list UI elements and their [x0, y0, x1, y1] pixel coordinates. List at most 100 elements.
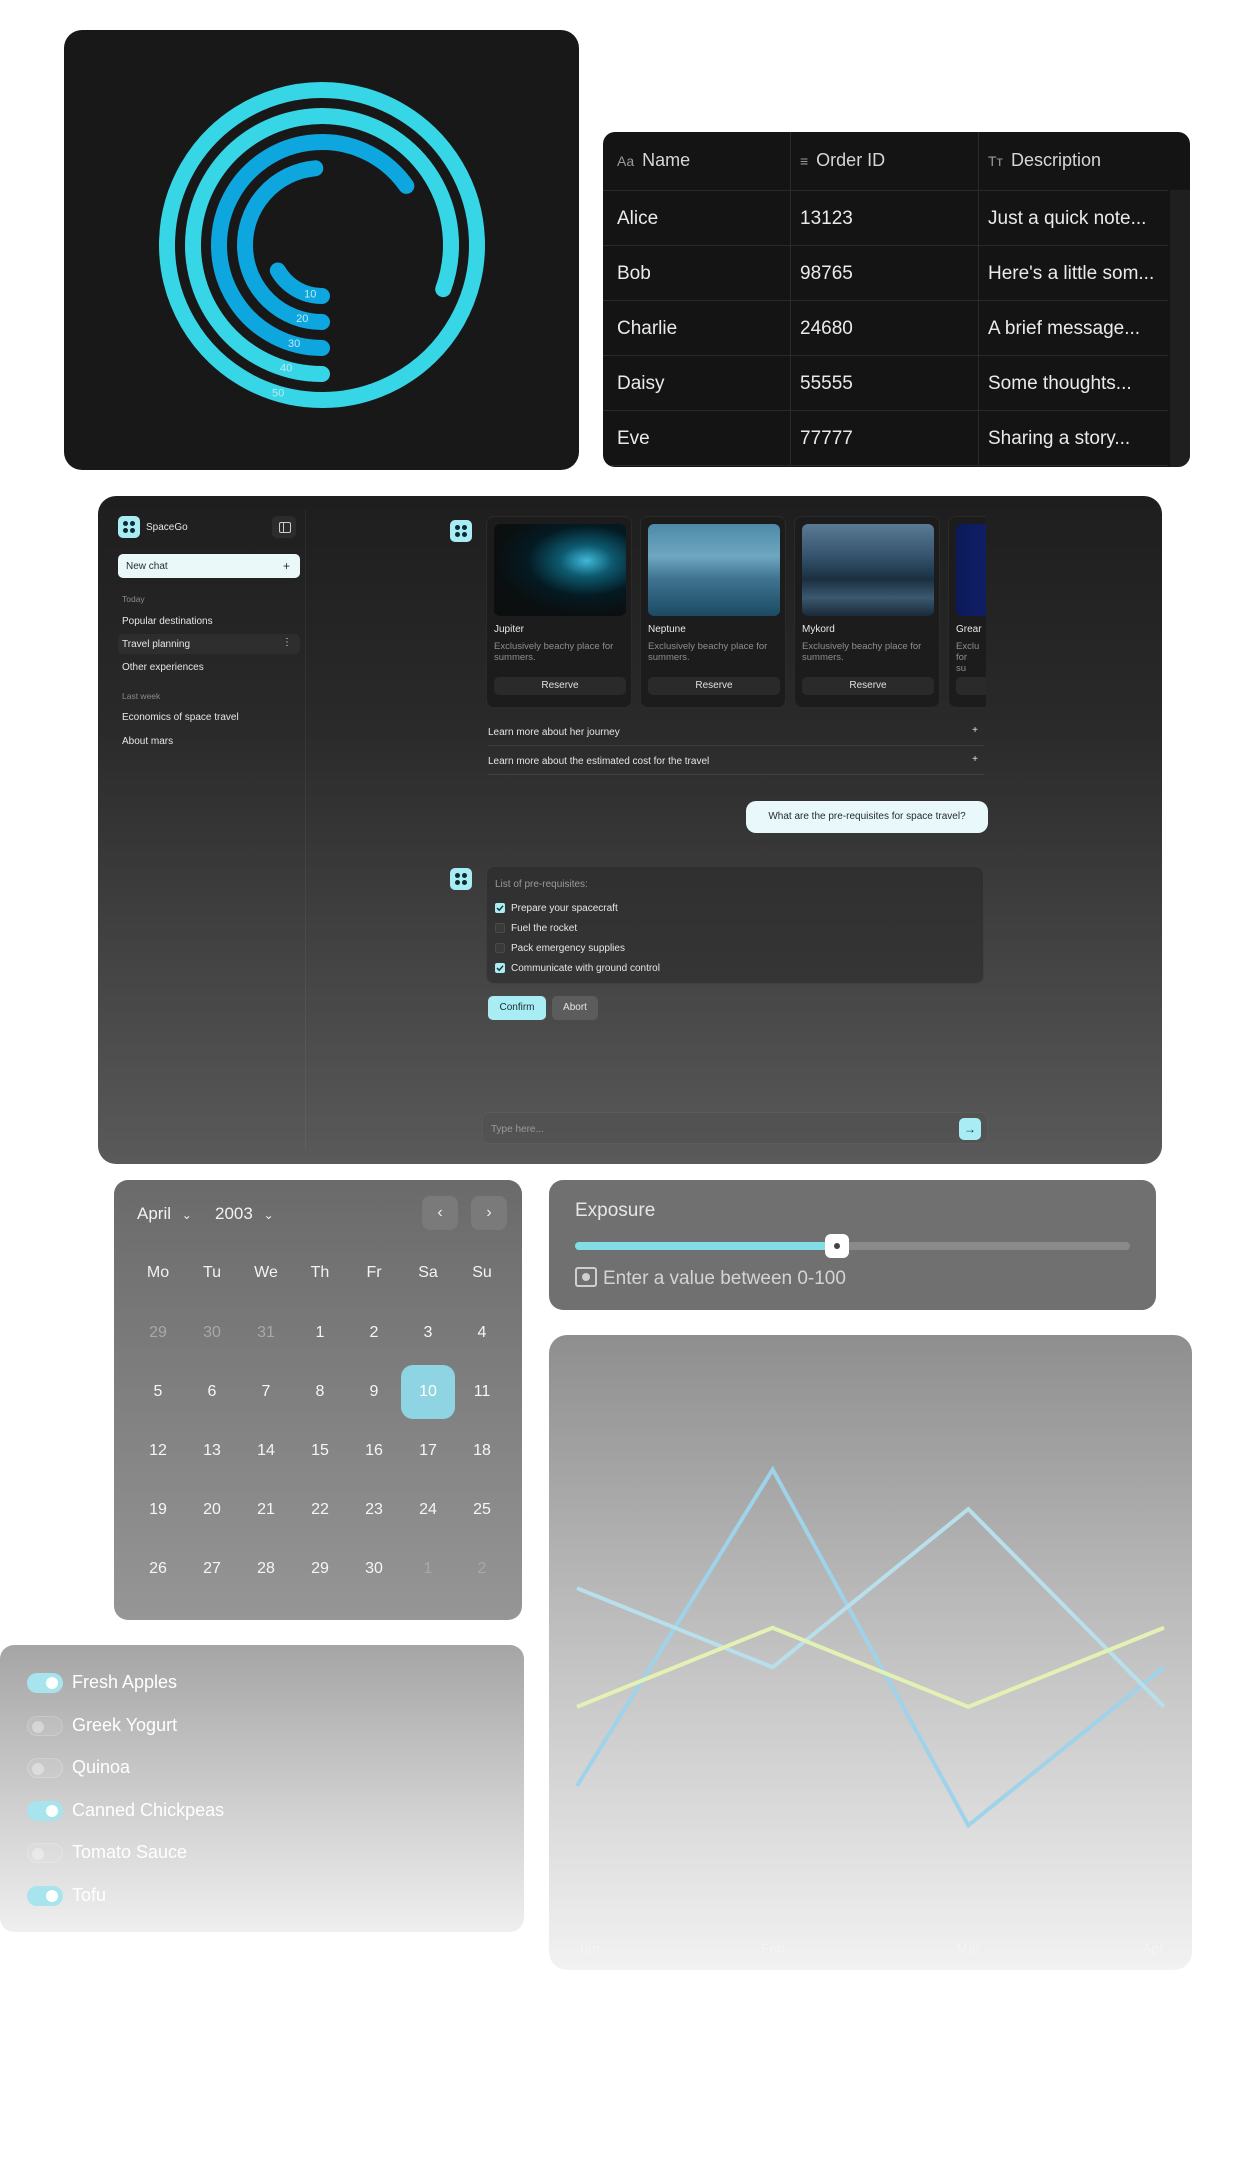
- calendar-day[interactable]: 19: [131, 1483, 185, 1537]
- calendar-day[interactable]: 11: [455, 1365, 509, 1419]
- prev-month-button[interactable]: ‹: [422, 1196, 458, 1230]
- selected-day[interactable]: 10: [401, 1365, 455, 1419]
- cell-name: Charlie: [617, 318, 678, 339]
- checkbox[interactable]: [495, 943, 505, 954]
- table-row[interactable]: Alice 13123 Just a quick note...: [603, 190, 1168, 246]
- calendar-day[interactable]: 13: [185, 1424, 239, 1478]
- last-week-section-label: Last week: [122, 691, 161, 701]
- table-row[interactable]: Charlie 24680 A brief message...: [603, 300, 1168, 356]
- toggle-switch[interactable]: [27, 1885, 63, 1906]
- calendar-day[interactable]: 22: [293, 1483, 347, 1537]
- radial-chart-card: 10 20 30 40 50: [64, 30, 579, 470]
- calendar-day[interactable]: 16: [347, 1424, 401, 1478]
- destination-card[interactable]: Neptune Exclusively beachy place for sum…: [640, 516, 786, 708]
- ring-value-label: 10: [304, 289, 316, 301]
- calendar-day[interactable]: 1: [401, 1542, 455, 1596]
- calendar-day[interactable]: 15: [293, 1424, 347, 1478]
- destination-card[interactable]: Mykord Exclusively beachy place for summ…: [794, 516, 940, 708]
- next-month-button[interactable]: ›: [471, 1196, 507, 1230]
- todo-item[interactable]: Communicate with ground control: [495, 963, 660, 974]
- calendar-day[interactable]: 25: [455, 1483, 509, 1537]
- sidebar-item-popular-destinations[interactable]: Popular destinations: [122, 616, 213, 627]
- toggle-switch[interactable]: [27, 1715, 63, 1736]
- calendar-day[interactable]: 21: [239, 1483, 293, 1537]
- exposure-value-input[interactable]: Enter a value between 0-100: [603, 1268, 846, 1290]
- calendar-day[interactable]: 28: [239, 1542, 293, 1596]
- calendar-day[interactable]: 20: [185, 1483, 239, 1537]
- more-vertical-icon[interactable]: ⋮: [282, 637, 292, 648]
- abort-button[interactable]: Abort: [552, 996, 598, 1020]
- exposure-slider-handle[interactable]: [824, 1234, 849, 1258]
- table-row[interactable]: Eve 77777 Sharing a story...: [603, 410, 1168, 466]
- new-chat-button[interactable]: New chat +: [118, 554, 300, 578]
- todo-item[interactable]: Pack emergency supplies: [495, 943, 625, 954]
- list-title: List of pre-requisites:: [495, 879, 588, 890]
- reserve-button[interactable]: Reserve: [802, 677, 934, 695]
- sidebar-item-travel-planning[interactable]: Travel planning ⋮: [118, 634, 300, 654]
- todo-item[interactable]: Fuel the rocket: [495, 923, 577, 934]
- toggle-switch[interactable]: [27, 1843, 63, 1863]
- calendar-day[interactable]: 4: [455, 1306, 509, 1360]
- calendar-day[interactable]: 5: [131, 1365, 185, 1419]
- checkbox[interactable]: [495, 903, 505, 914]
- year-select[interactable]: 2003 ⌄: [215, 1204, 274, 1224]
- toggle-switch[interactable]: [27, 1673, 63, 1693]
- month-select[interactable]: April ⌄: [137, 1204, 192, 1224]
- todo-item[interactable]: Prepare your spacecraft: [495, 903, 618, 914]
- send-arrow-icon[interactable]: →: [959, 1118, 981, 1140]
- destination-card[interactable]: Jupiter Exclusively beachy place for sum…: [486, 516, 632, 708]
- calendar-day[interactable]: 7: [239, 1365, 293, 1419]
- sidebar-item-other-experiences[interactable]: Other experiences: [122, 662, 204, 673]
- calendar-day[interactable]: 30: [347, 1542, 401, 1596]
- calendar-day[interactable]: 24: [401, 1483, 455, 1537]
- message-input[interactable]: Type here... →: [482, 1112, 988, 1144]
- toggle-switch[interactable]: [27, 1800, 63, 1821]
- header-name[interactable]: Aa Name: [617, 150, 690, 171]
- table-scrollbar[interactable]: [1170, 190, 1190, 467]
- exposure-slider-track[interactable]: [575, 1234, 1130, 1258]
- weekday-label: Fr: [366, 1264, 382, 1281]
- calendar-day[interactable]: 2: [455, 1542, 509, 1596]
- accordion-journey[interactable]: Learn more about her journey +: [488, 718, 984, 746]
- reserve-button[interactable]: Reserve: [494, 677, 626, 695]
- reserve-button[interactable]: Reserve: [648, 677, 780, 695]
- collapse-sidebar-button[interactable]: [272, 516, 296, 538]
- calendar-day[interactable]: 30: [185, 1306, 239, 1360]
- sidebar-item-economics[interactable]: Economics of space travel: [122, 712, 239, 723]
- destination-card[interactable]: Grear Exclu for su: [948, 516, 986, 708]
- calendar-day[interactable]: 6: [185, 1365, 239, 1419]
- calendar-day[interactable]: 9: [347, 1365, 401, 1419]
- calendar-day[interactable]: 27: [185, 1542, 239, 1596]
- toggle-switch[interactable]: [27, 1758, 63, 1778]
- series-line-3: [576, 1625, 1165, 1709]
- calendar-day[interactable]: 18: [455, 1424, 509, 1478]
- radial-ring: [185, 108, 459, 382]
- line-chart-card: Jan Feb Mar Apr: [549, 1335, 1192, 1970]
- reserve-button[interactable]: [956, 677, 986, 695]
- header-description[interactable]: Tт Description: [988, 150, 1101, 171]
- confirm-button[interactable]: Confirm: [488, 996, 546, 1020]
- chevron-down-icon: ⌄: [263, 1208, 274, 1222]
- column-divider: [790, 410, 791, 465]
- column-divider: [978, 190, 979, 245]
- calendar-day[interactable]: 3: [401, 1306, 455, 1360]
- table-row[interactable]: Bob 98765 Here's a little som...: [603, 245, 1168, 301]
- calendar-day[interactable]: 29: [293, 1542, 347, 1596]
- sidebar-item-about-mars[interactable]: About mars: [122, 736, 173, 747]
- accordion-cost[interactable]: Learn more about the estimated cost for …: [488, 747, 984, 775]
- table-row[interactable]: Daisy 55555 Some thoughts...: [603, 355, 1168, 411]
- checkbox[interactable]: [495, 963, 505, 974]
- calendar-day[interactable]: 1: [293, 1306, 347, 1360]
- calendar-day[interactable]: 26: [131, 1542, 185, 1596]
- calendar-day[interactable]: 29: [131, 1306, 185, 1360]
- calendar-day[interactable]: 14: [239, 1424, 293, 1478]
- calendar-day[interactable]: 31: [239, 1306, 293, 1360]
- checkbox[interactable]: [495, 923, 505, 934]
- calendar-day[interactable]: 17: [401, 1424, 455, 1478]
- header-order-id[interactable]: ≡ Order ID: [800, 150, 885, 171]
- calendar-day[interactable]: 8: [293, 1365, 347, 1419]
- calendar-day[interactable]: 23: [347, 1483, 401, 1537]
- calendar-day[interactable]: 2: [347, 1306, 401, 1360]
- calendar-day[interactable]: 12: [131, 1424, 185, 1478]
- column-divider: [790, 355, 791, 410]
